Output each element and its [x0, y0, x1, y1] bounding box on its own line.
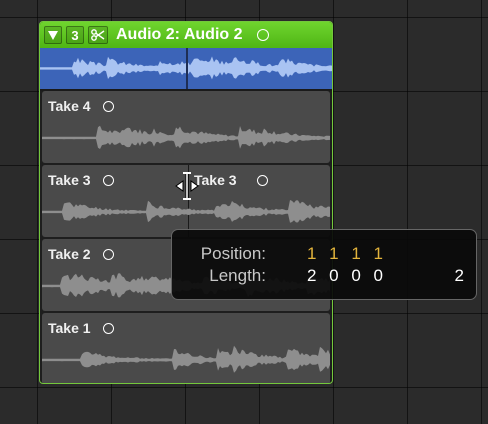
take-menu-circle-icon[interactable]	[102, 322, 114, 334]
take-1-waveform-path	[42, 345, 330, 373]
take-name-2: Take 2	[48, 246, 91, 262]
comp-waveform[interactable]	[40, 48, 332, 91]
take-folder[interactable]: 3 Audio 2: Audio 2 Take 4 Take 3 Take 3 …	[39, 21, 333, 384]
take-menu-circle-icon[interactable]	[256, 29, 269, 41]
take-label-1: Take 1	[48, 320, 114, 336]
quick-swipe-comping-button[interactable]	[88, 26, 108, 44]
take-lane-1[interactable]: Take 1	[42, 313, 330, 383]
take-lane-4[interactable]: Take 4	[42, 91, 330, 163]
comp-section-divider[interactable]	[186, 48, 188, 89]
collapse-triangle-button[interactable]	[44, 26, 62, 44]
take-folder-title: Audio 2: Audio 2	[116, 26, 243, 43]
take-4-waveform-path	[42, 125, 330, 149]
length-value: 2 0 0 0	[307, 266, 387, 285]
take-menu-circle-icon[interactable]	[102, 174, 114, 186]
take-1-waveform	[42, 345, 330, 373]
take-menu-circle-icon[interactable]	[256, 174, 268, 186]
take-split-label: Take 3	[194, 172, 268, 188]
take-3-waveform-path	[42, 200, 330, 223]
take-name-4: Take 4	[48, 98, 91, 114]
take-4-waveform	[42, 125, 330, 149]
take-menu-circle-icon[interactable]	[102, 100, 114, 112]
length-label: Length:	[209, 266, 266, 285]
take-label-4: Take 4	[48, 98, 114, 114]
take-count-button[interactable]: 3	[66, 26, 84, 44]
position-label: Position:	[200, 244, 266, 263]
take-label-3: Take 3	[48, 172, 114, 188]
triangle-down-icon	[48, 30, 58, 40]
help-tag-tooltip: Position: 1 1 1 1 Length: 2 0 0 0 2	[171, 229, 477, 300]
length-extra-value: 2	[454, 266, 464, 285]
resize-cursor-icon	[175, 172, 199, 200]
take-menu-circle-icon[interactable]	[102, 248, 114, 260]
take-name-1: Take 1	[48, 320, 91, 336]
take-folder-header[interactable]: 3 Audio 2: Audio 2	[40, 22, 332, 48]
position-value: 1 1 1 1	[307, 244, 387, 263]
scissors-icon	[91, 29, 105, 41]
take-name-3: Take 3	[48, 172, 91, 188]
take-label-2: Take 2	[48, 246, 114, 262]
